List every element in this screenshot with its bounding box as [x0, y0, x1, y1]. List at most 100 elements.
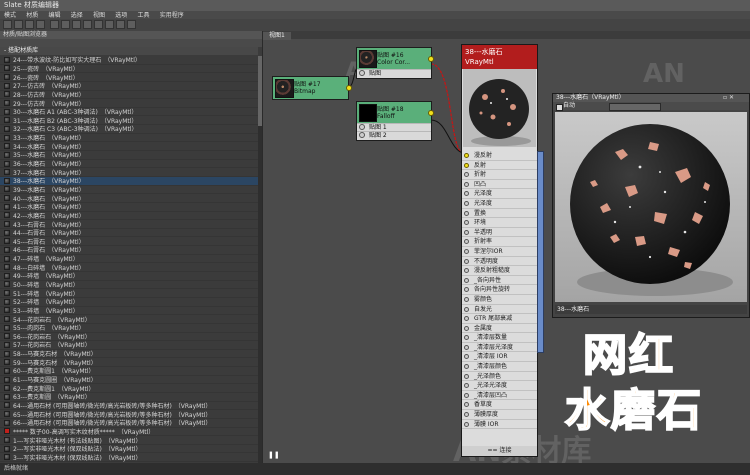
input-socket[interactable]	[464, 402, 469, 408]
input-socket[interactable]	[464, 172, 469, 178]
material-slot[interactable]: _光泽颜色	[462, 372, 537, 382]
preview-title: 38---水磨石（VRayMtl）	[553, 94, 749, 102]
input-socket[interactable]	[464, 287, 469, 293]
material-slot[interactable]: 金属度	[462, 324, 537, 334]
vraymtl-node[interactable]: 38---水磨石 VRayMtl 漫反射 反射 折射 凹凸 光泽度 光泽度 置换 环境 半透明折…	[461, 44, 538, 457]
input-socket[interactable]	[464, 296, 469, 302]
input-socket[interactable]	[464, 200, 469, 206]
material-item-label: 44---石膏石 （VRayMtl）	[13, 230, 85, 238]
eyedropper-icon[interactable]	[14, 20, 23, 29]
hide-unused-icon[interactable]	[116, 20, 125, 29]
library-section-header[interactable]: - 搭配材质库	[0, 47, 258, 55]
material-id-icon[interactable]	[105, 20, 114, 29]
bitmap-node[interactable]: 贴图 #17 Bitmap	[272, 76, 352, 100]
material-slot[interactable]: 光泽度	[462, 199, 537, 209]
node-view[interactable]: 视图1 AN AN AN素材库 贴图 #17 Bitmap 贴图 #16 Col…	[263, 31, 750, 469]
pause-icon[interactable]: ❚❚	[268, 451, 280, 460]
output-socket[interactable]	[428, 56, 434, 62]
input-socket[interactable]	[464, 210, 469, 216]
material-slot[interactable]: 薄膜厚度	[462, 410, 537, 420]
input-socket[interactable]	[464, 162, 469, 168]
auto-checkbox[interactable]	[556, 104, 563, 111]
material-slot[interactable]: 自发光	[462, 305, 537, 315]
material-slot[interactable]: 不透明度	[462, 257, 537, 267]
slot-label: 不透明度	[474, 257, 499, 265]
input-socket[interactable]	[464, 248, 469, 254]
scrollbar-thumb[interactable]	[258, 56, 262, 126]
input-socket[interactable]	[464, 220, 469, 226]
material-swatch-icon	[4, 203, 10, 210]
update-button[interactable]	[609, 103, 661, 111]
material-slot[interactable]: 香草度	[462, 400, 537, 411]
assign-material-icon[interactable]	[25, 20, 34, 29]
material-slot[interactable]: 反射	[462, 161, 537, 171]
material-slot[interactable]: _各向异性	[462, 276, 537, 286]
background-icon[interactable]	[72, 20, 81, 29]
layout-icon[interactable]	[83, 20, 92, 29]
input-socket[interactable]	[464, 354, 469, 360]
color-correction-node[interactable]: 贴图 #16 Color Cor... 贴图	[356, 47, 434, 79]
slot-label: _各向异性	[474, 276, 502, 284]
move-children-icon[interactable]	[50, 20, 59, 29]
browser-scrollbar[interactable]	[258, 56, 262, 463]
output-socket[interactable]	[346, 85, 352, 91]
input-socket[interactable]	[464, 181, 469, 187]
material-slot[interactable]: _清漆层光泽度	[462, 343, 537, 353]
input-socket[interactable]	[464, 191, 469, 197]
browser-search-input[interactable]	[0, 39, 262, 47]
promo-title-line2: 水磨石	[564, 384, 703, 437]
material-slot[interactable]: 漫反射	[462, 151, 537, 161]
material-slot[interactable]: GTR 尾部衰减	[462, 314, 537, 324]
input-socket[interactable]	[464, 421, 469, 427]
material-slot[interactable]: 雾颜色	[462, 295, 537, 305]
pick-material-icon[interactable]	[3, 20, 12, 29]
material-slot[interactable]: 凹凸	[462, 180, 537, 190]
material-slot[interactable]: 折射率	[462, 237, 537, 247]
nav-icon[interactable]	[127, 20, 136, 29]
material-slot[interactable]: _光泽光泽度	[462, 381, 537, 391]
show-map-icon[interactable]	[61, 20, 70, 29]
input-socket[interactable]	[464, 412, 469, 418]
input-socket[interactable]	[464, 229, 469, 235]
material-slot[interactable]: _清漆层数量	[462, 333, 537, 343]
input-socket[interactable]	[464, 268, 469, 274]
input-socket[interactable]	[464, 373, 469, 379]
input-socket[interactable]	[359, 70, 365, 76]
material-slot[interactable]: 漫反射粗糙度	[462, 266, 537, 276]
material-item-label: 2---写实非哑光木材 (保双线贴法) （VRayMtl）	[13, 446, 142, 454]
input-socket[interactable]	[464, 383, 469, 389]
material-slot[interactable]: 环境	[462, 218, 537, 228]
more-slots-toggle[interactable]: == 连接	[462, 446, 537, 456]
material-swatch-icon	[4, 238, 10, 245]
input-socket[interactable]	[464, 316, 469, 322]
input-socket[interactable]	[464, 325, 469, 331]
material-list-item[interactable]: 3---写实非哑光木材 (保双线贴法) （VRayMtl）	[0, 453, 258, 463]
input-socket[interactable]	[464, 364, 469, 370]
input-socket[interactable]	[464, 239, 469, 245]
material-slot[interactable]: 半透明	[462, 228, 537, 238]
input-socket[interactable]	[359, 124, 365, 130]
material-slot[interactable]: _清漆层凹凸	[462, 391, 537, 401]
input-socket[interactable]	[464, 392, 469, 398]
input-socket[interactable]	[359, 132, 365, 138]
material-slot[interactable]: 折射	[462, 170, 537, 180]
input-socket[interactable]	[464, 335, 469, 341]
delete-icon[interactable]	[36, 20, 45, 29]
input-socket[interactable]	[464, 277, 469, 283]
output-socket[interactable]	[428, 110, 434, 116]
input-socket[interactable]	[464, 258, 469, 264]
input-socket[interactable]	[464, 153, 469, 158]
material-slot[interactable]: 光泽度	[462, 189, 537, 199]
input-socket[interactable]	[464, 306, 469, 312]
layout-children-icon[interactable]	[94, 20, 103, 29]
material-slot[interactable]: 薄膜 IOR	[462, 420, 537, 430]
material-slot[interactable]: _清漆层颜色	[462, 362, 537, 372]
input-socket[interactable]	[464, 344, 469, 350]
material-slot[interactable]: 置换	[462, 209, 537, 219]
material-slot[interactable]: 各向异性旋转	[462, 285, 537, 295]
node-scroll-indicator[interactable]	[537, 151, 544, 353]
material-slot[interactable]: 菲涅尔IOR	[462, 247, 537, 257]
falloff-node[interactable]: 贴图 #18 Falloff 贴图 1 贴图 2	[356, 101, 434, 141]
material-slot[interactable]: _清漆层 IOR	[462, 352, 537, 363]
window-controls[interactable]: ▫ ✕	[723, 94, 734, 102]
